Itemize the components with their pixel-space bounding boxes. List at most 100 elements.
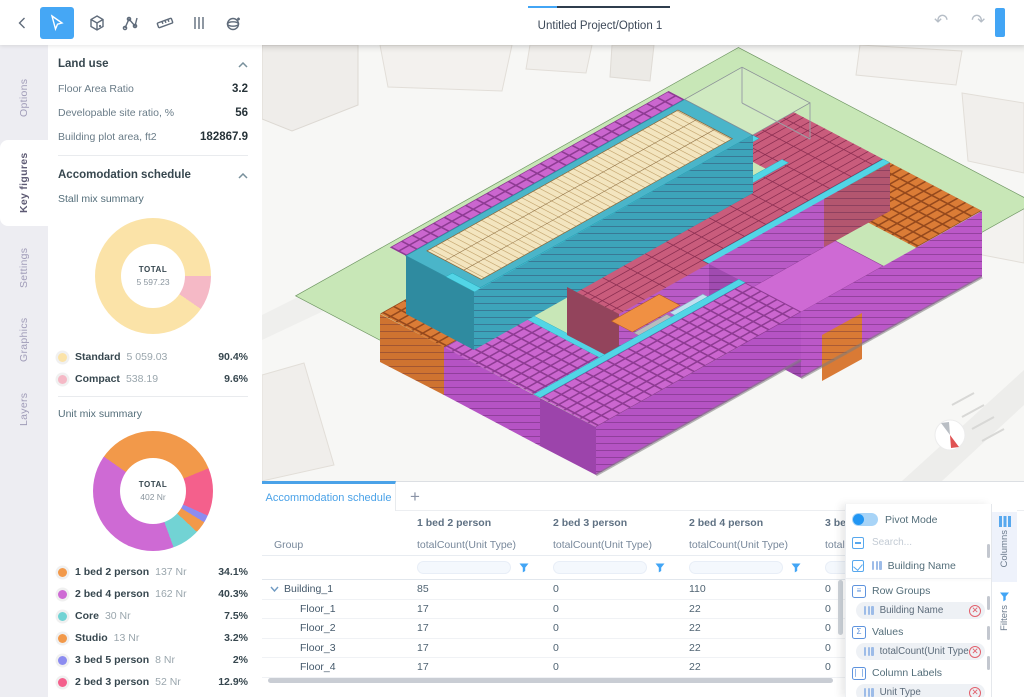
scroll-handle[interactable] bbox=[987, 544, 990, 558]
row-expand-chevron-icon[interactable] bbox=[270, 586, 279, 592]
legend-item: 2 bed 3 person 52 Nr 12.9% bbox=[58, 671, 248, 693]
value-column-header[interactable]: totalCount(Unit Type) bbox=[677, 534, 813, 555]
panel-toggle-chip[interactable] bbox=[995, 8, 1005, 37]
undo-button[interactable]: ↶ bbox=[934, 12, 948, 29]
sidebar-tab-graphics[interactable]: Graphics bbox=[0, 307, 48, 373]
value-cell: 17 bbox=[405, 639, 541, 658]
divider bbox=[58, 396, 248, 397]
scroll-handle[interactable] bbox=[987, 626, 990, 640]
filter-funnel-icon[interactable] bbox=[791, 563, 801, 573]
field-checkbox[interactable] bbox=[852, 560, 864, 572]
table-vertical-scrollbar[interactable] bbox=[838, 580, 843, 678]
value-cell: 85 bbox=[405, 580, 541, 599]
remove-chip-icon[interactable]: ✕ bbox=[969, 605, 981, 617]
select-tool-button[interactable] bbox=[40, 7, 74, 39]
key-figures-panel: Land use Floor Area Ratio 3.2 Developabl… bbox=[48, 45, 262, 697]
legend-name: Core bbox=[75, 610, 99, 622]
accommodation-section-header[interactable]: Accomodation schedule bbox=[58, 162, 248, 188]
filter-cell[interactable] bbox=[677, 556, 813, 579]
key-figure-label: Building plot area, ft2 bbox=[58, 131, 157, 143]
donut-total-value: 5 597.23 bbox=[136, 277, 169, 287]
measure-tool-button[interactable] bbox=[148, 7, 182, 39]
filter-cell[interactable] bbox=[405, 556, 541, 579]
add-tab-button[interactable]: + bbox=[402, 484, 428, 510]
collapse-chevron-icon[interactable] bbox=[238, 55, 248, 73]
column-group-header[interactable]: 2 bed 4 person bbox=[677, 511, 813, 534]
key-figure-value: 3.2 bbox=[232, 83, 248, 95]
header-spacer bbox=[262, 511, 405, 534]
row-group-chip[interactable]: Building Name ✕ bbox=[856, 602, 985, 619]
column-labels-chip[interactable]: Unit Type ✕ bbox=[856, 684, 985, 697]
collapse-chevron-icon[interactable] bbox=[238, 166, 248, 184]
unit-mix-label: Unit mix summary bbox=[58, 403, 248, 425]
add-geometry-tool-button[interactable] bbox=[216, 7, 250, 39]
cube-icon bbox=[88, 14, 106, 32]
remove-chip-icon[interactable]: ✕ bbox=[969, 646, 981, 658]
filter-cell[interactable] bbox=[541, 556, 677, 579]
group-column-header[interactable]: Group bbox=[262, 534, 405, 555]
column-group-header[interactable]: 1 bed 2 person bbox=[405, 511, 541, 534]
filter-funnel-icon[interactable] bbox=[655, 563, 665, 573]
table-horizontal-scrollbar[interactable] bbox=[268, 678, 840, 683]
viewport-top-shadow bbox=[262, 45, 1024, 53]
land-use-section-header[interactable]: Land use bbox=[58, 51, 248, 77]
value-cell: 22 bbox=[677, 639, 813, 658]
drag-grip-icon[interactable] bbox=[864, 688, 874, 697]
select-all-checkbox[interactable] bbox=[852, 537, 864, 549]
sidebar-tab-layers[interactable]: Layers bbox=[0, 379, 48, 439]
value-cell: 17 bbox=[405, 658, 541, 677]
filter-input[interactable] bbox=[553, 561, 647, 574]
filter-input[interactable] bbox=[689, 561, 783, 574]
chip-label: Building Name bbox=[880, 605, 944, 616]
value-column-header[interactable]: totalCount(Unit Type) bbox=[541, 534, 677, 555]
key-figure-value: 182867.9 bbox=[200, 131, 248, 143]
tool-strip-tab-columns[interactable]: Columns bbox=[992, 512, 1017, 582]
land-use-title: Land use bbox=[58, 58, 108, 70]
chip-label: Unit Type bbox=[880, 687, 921, 697]
polyline-tool-button[interactable] bbox=[114, 7, 148, 39]
donut-total-value: 402 Nr bbox=[140, 492, 166, 502]
drag-grip-icon[interactable] bbox=[872, 561, 882, 570]
sidebar-tab-key-figures[interactable]: Key figures bbox=[0, 140, 48, 226]
column-group-header[interactable]: 2 bed 3 person bbox=[541, 511, 677, 534]
key-figure-row: Building plot area, ft2 182867.9 bbox=[58, 125, 248, 149]
legend-name: 2 bed 4 person bbox=[75, 588, 149, 600]
field-search-input[interactable]: Search... bbox=[872, 537, 912, 548]
pivot-mode-toggle[interactable] bbox=[852, 513, 878, 526]
schedule-bottom-panel: Accommodation schedule + 1 bed 2 person … bbox=[262, 481, 1024, 697]
divider bbox=[846, 578, 991, 579]
sidebar-tab-settings[interactable]: Settings bbox=[0, 235, 48, 301]
value-cell: 0 bbox=[541, 600, 677, 619]
values-chip[interactable]: totalCount(Unit Type) ✕ bbox=[856, 643, 985, 660]
legend-dot bbox=[58, 375, 67, 384]
drag-grip-icon[interactable] bbox=[864, 647, 874, 656]
3d-viewport[interactable] bbox=[262, 45, 1024, 481]
legend-value: 5 059.03 bbox=[127, 351, 168, 363]
massing-tool-button[interactable] bbox=[80, 7, 114, 39]
application-window: Untitled Project/Option 1 ↶ ↷ Options Ke… bbox=[0, 0, 1024, 697]
filter-input[interactable] bbox=[417, 561, 511, 574]
field-item-row[interactable]: Building Name bbox=[852, 554, 985, 577]
cursor-arrow-icon bbox=[48, 14, 66, 32]
value-column-header[interactable]: totalCount(Unit Type) bbox=[405, 534, 541, 555]
drag-grip-icon[interactable] bbox=[864, 606, 874, 615]
filter-funnel-icon[interactable] bbox=[519, 563, 529, 573]
legend-item: 2 bed 4 person 162 Nr 40.3% bbox=[58, 583, 248, 605]
value-cell: 0 bbox=[541, 580, 677, 599]
columns-tool-button[interactable] bbox=[182, 7, 216, 39]
tool-panel-strip: Columns Filters bbox=[991, 504, 1017, 697]
remove-chip-icon[interactable]: ✕ bbox=[969, 687, 981, 697]
scroll-handle[interactable] bbox=[987, 656, 990, 670]
compass[interactable] bbox=[935, 420, 965, 450]
legend-name: 2 bed 3 person bbox=[75, 676, 149, 688]
tab-accommodation-schedule[interactable]: Accommodation schedule bbox=[262, 481, 396, 511]
sidebar-tab-options[interactable]: Options bbox=[0, 63, 48, 133]
collapse-sidebar-button[interactable] bbox=[12, 7, 32, 39]
redo-button[interactable]: ↷ bbox=[971, 12, 985, 29]
option-progress-line bbox=[528, 6, 670, 8]
tool-strip-tab-filters[interactable]: Filters bbox=[992, 592, 1017, 652]
legend-dot bbox=[58, 612, 67, 621]
legend-dot bbox=[58, 568, 67, 577]
section-title: Column Labels bbox=[872, 667, 942, 679]
scroll-handle[interactable] bbox=[987, 596, 990, 610]
